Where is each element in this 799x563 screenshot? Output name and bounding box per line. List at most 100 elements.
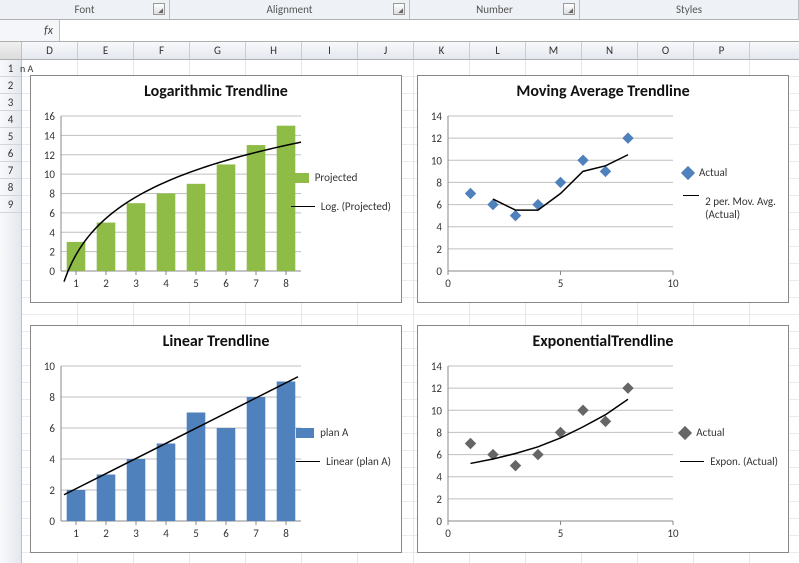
col-header[interactable]: F	[134, 42, 190, 59]
partial-cell-text: n A	[20, 62, 33, 75]
select-all-corner[interactable]	[0, 42, 22, 59]
legend-swatch	[678, 425, 692, 439]
svg-text:12: 12	[431, 382, 443, 395]
svg-text:4: 4	[436, 221, 442, 234]
svg-text:5: 5	[193, 527, 199, 540]
svg-text:3: 3	[133, 527, 139, 540]
legend-swatch	[291, 173, 309, 183]
svg-text:8: 8	[49, 391, 55, 404]
column-headers: D E F G H I J K L M N O P	[0, 42, 799, 60]
svg-text:8: 8	[49, 188, 55, 201]
svg-text:10: 10	[667, 277, 679, 290]
row-header[interactable]: 8	[0, 179, 21, 196]
chart-exponential[interactable]: ExponentialTrendline 024681012140510 Act…	[417, 325, 789, 553]
col-header[interactable]: O	[638, 42, 694, 59]
formula-bar: fx	[0, 20, 799, 42]
row-header[interactable]: 1	[0, 60, 21, 77]
svg-text:2: 2	[103, 277, 109, 290]
svg-text:14: 14	[44, 129, 56, 142]
svg-text:2: 2	[436, 493, 442, 506]
cell-grid[interactable]: n A Logarithmic Trendline 02468101214161…	[22, 60, 799, 563]
svg-text:0: 0	[49, 265, 55, 278]
ribbon-group-font[interactable]: Font	[0, 0, 170, 19]
col-header[interactable]: G	[190, 42, 246, 59]
col-header[interactable]: D	[22, 42, 78, 59]
svg-text:4: 4	[49, 226, 55, 239]
fx-label[interactable]: fx	[0, 20, 60, 41]
svg-text:10: 10	[44, 360, 56, 373]
row-header[interactable]: 2	[0, 77, 21, 94]
legend-label: Actual	[696, 426, 724, 439]
legend-label: Projected	[315, 171, 358, 184]
chart-logarithmic[interactable]: Logarithmic Trendline 024681012141612345…	[30, 75, 402, 303]
svg-text:6: 6	[436, 199, 442, 212]
legend-label: 2 per. Mov. Avg. (Actual)	[705, 195, 778, 221]
svg-text:14: 14	[431, 110, 443, 123]
svg-text:2: 2	[103, 527, 109, 540]
worksheet-area[interactable]: 1 2 3 4 5 6 7 8 9 n A Logarithmic Trendl…	[0, 60, 799, 563]
svg-text:8: 8	[436, 426, 442, 439]
chart-title: Moving Average Trendline	[418, 76, 788, 101]
svg-text:5: 5	[558, 277, 564, 290]
row-header[interactable]: 9	[0, 196, 21, 213]
svg-text:7: 7	[253, 527, 259, 540]
svg-text:5: 5	[193, 277, 199, 290]
row-header[interactable]: 4	[0, 111, 21, 128]
ribbon-group-label: Styles	[676, 3, 702, 16]
svg-text:12: 12	[44, 149, 56, 162]
svg-text:0: 0	[436, 265, 442, 278]
legend-swatch	[680, 461, 704, 462]
legend-label: Actual	[699, 166, 727, 179]
svg-text:2: 2	[49, 484, 55, 497]
chart-linear[interactable]: Linear Trendline 024681012345678 plan A …	[30, 325, 402, 553]
chart-title: Logarithmic Trendline	[31, 76, 401, 101]
dialog-launcher-icon[interactable]	[563, 3, 575, 15]
svg-text:0: 0	[445, 277, 451, 290]
svg-text:5: 5	[558, 527, 564, 540]
col-header[interactable]: L	[470, 42, 526, 59]
row-header[interactable]: 6	[0, 145, 21, 162]
svg-text:0: 0	[436, 515, 442, 528]
ribbon-group-label: Number	[476, 3, 513, 16]
chart-moving-average[interactable]: Moving Average Trendline 024681012140510…	[417, 75, 789, 303]
chart-title: Linear Trendline	[31, 326, 401, 351]
svg-text:10: 10	[44, 168, 56, 181]
row-header[interactable]: 5	[0, 128, 21, 145]
ribbon-group-styles[interactable]: Styles	[580, 0, 799, 19]
col-header[interactable]: P	[694, 42, 750, 59]
chart-legend: plan A Linear (plan A)	[296, 426, 391, 484]
svg-text:6: 6	[436, 449, 442, 462]
col-header[interactable]: E	[78, 42, 134, 59]
row-headers: 1 2 3 4 5 6 7 8 9	[0, 60, 22, 563]
svg-text:3: 3	[133, 277, 139, 290]
legend-label: Expon. (Actual)	[710, 455, 778, 468]
legend-label: plan A	[320, 426, 348, 439]
col-header[interactable]: N	[582, 42, 638, 59]
ribbon-group-alignment[interactable]: Alignment	[170, 0, 410, 19]
col-header[interactable]: I	[302, 42, 358, 59]
svg-text:1: 1	[73, 527, 79, 540]
svg-text:2: 2	[49, 246, 55, 259]
dialog-launcher-icon[interactable]	[153, 3, 165, 15]
row-header[interactable]: 7	[0, 162, 21, 179]
col-header[interactable]: M	[526, 42, 582, 59]
legend-swatch	[296, 428, 314, 438]
svg-text:10: 10	[431, 404, 443, 417]
ribbon-group-label: Alignment	[267, 3, 313, 16]
svg-text:0: 0	[49, 515, 55, 528]
ribbon-group-number[interactable]: Number	[410, 0, 580, 19]
svg-text:10: 10	[667, 527, 679, 540]
chart-legend: Actual Expon. (Actual)	[680, 426, 778, 484]
svg-text:4: 4	[436, 471, 442, 484]
dialog-launcher-icon[interactable]	[393, 3, 405, 15]
col-header[interactable]: K	[414, 42, 470, 59]
row-header[interactable]: 3	[0, 94, 21, 111]
svg-text:2: 2	[436, 243, 442, 256]
col-header[interactable]: H	[246, 42, 302, 59]
svg-text:1: 1	[73, 277, 79, 290]
ribbon-group-labels: Font Alignment Number Styles	[0, 0, 799, 20]
svg-text:7: 7	[253, 277, 259, 290]
chart-legend: Projected Log. (Projected)	[291, 171, 391, 229]
col-header[interactable]: J	[358, 42, 414, 59]
formula-input[interactable]	[60, 20, 799, 41]
